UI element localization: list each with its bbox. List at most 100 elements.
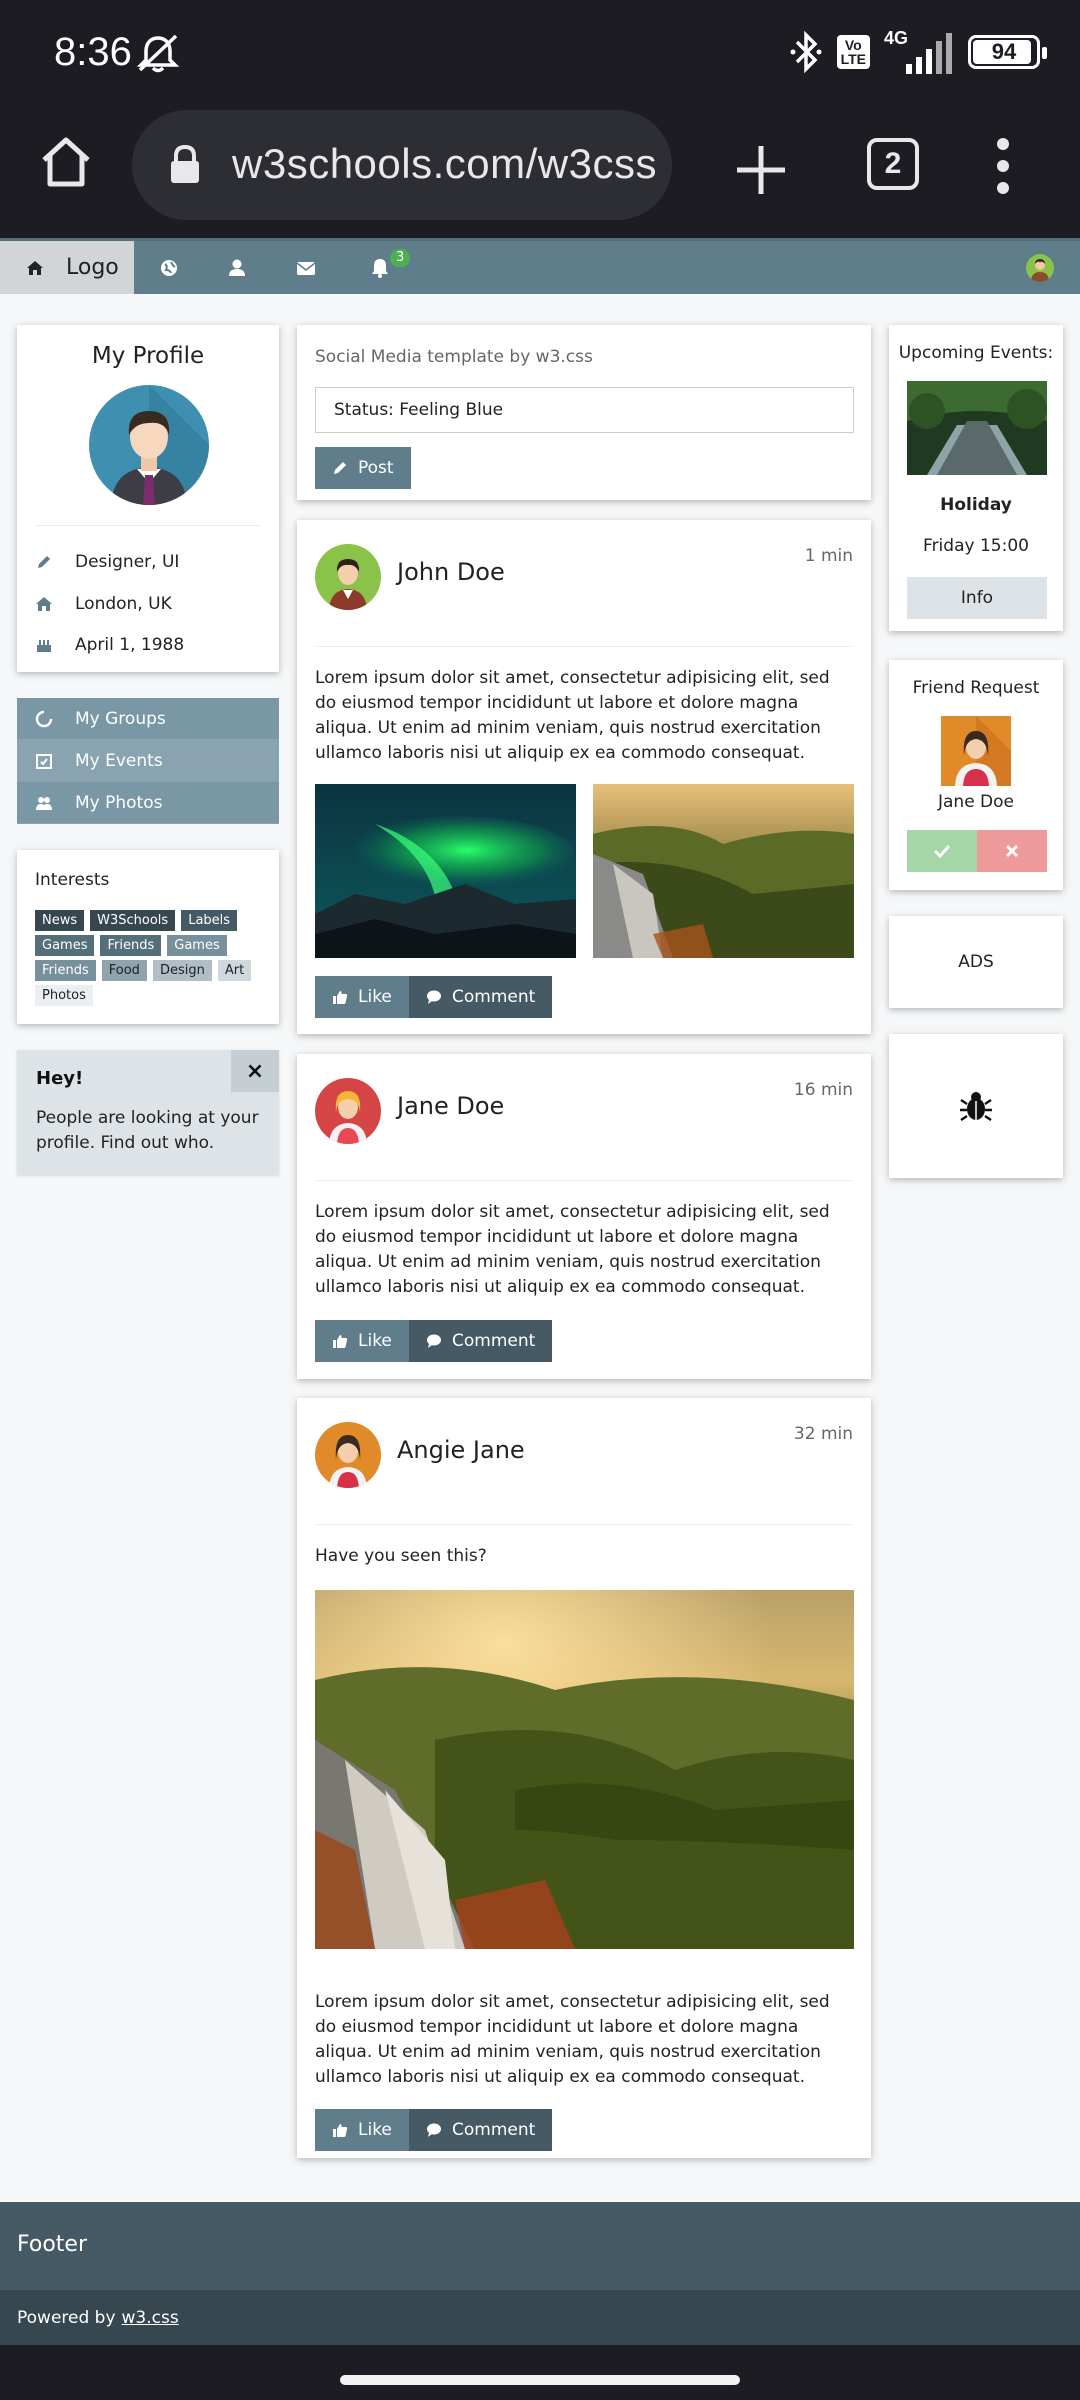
home-icon[interactable] <box>38 134 94 190</box>
comment-label: Comment <box>452 987 536 1007</box>
event-name: Holiday <box>940 495 1012 515</box>
volte-icon: Vo LTE <box>836 35 870 69</box>
new-tab-icon[interactable] <box>733 142 789 198</box>
nav-logo-label: Logo <box>66 255 119 280</box>
interest-tag[interactable]: Games <box>167 935 227 956</box>
status-bar: 8:36 Vo LTE 4G 94 <box>0 0 1080 110</box>
like-button[interactable]: Like <box>315 1320 409 1362</box>
post-time: 16 min <box>793 1080 853 1100</box>
post-button[interactable]: Post <box>315 447 411 489</box>
interest-tag[interactable]: Friends <box>100 935 162 956</box>
interest-tag[interactable]: Food <box>101 960 147 981</box>
interests-title: Interests <box>35 870 110 890</box>
nav-avatar[interactable] <box>1026 254 1054 282</box>
interest-tag[interactable]: Art <box>217 960 252 981</box>
profile-menu: My Groups My Events My Photos <box>17 698 279 824</box>
footer: Footer <box>0 2202 1080 2290</box>
tab-switcher-button[interactable]: 2 <box>867 138 919 190</box>
post-card: Jane Doe 16 min Lorem ipsum dolor sit am… <box>297 1054 871 1379</box>
friend-request-card: Friend Request Jane Doe <box>889 660 1063 890</box>
post-author: John Doe <box>397 558 505 586</box>
profile-job: Designer, UI <box>75 552 180 572</box>
post-avatar <box>315 544 381 610</box>
bluetooth-icon <box>790 30 822 74</box>
event-time: Friday 15:00 <box>923 536 1029 556</box>
post-card: Angie Jane 32 min Have you seen this? Lo… <box>297 1398 871 2158</box>
status-icons: Vo LTE 4G 94 <box>789 28 1047 74</box>
forest-photo[interactable] <box>593 784 854 958</box>
alert-title: Hey! <box>36 1068 84 1089</box>
profile-birthday-row: April 1, 1988 <box>35 630 184 660</box>
friend-request-title: Friend Request <box>912 678 1040 698</box>
profile-birthday: April 1, 1988 <box>75 635 185 655</box>
interest-tag[interactable]: Friends <box>35 960 96 981</box>
check-icon <box>934 844 950 858</box>
like-label: Like <box>358 2120 392 2140</box>
interest-tag[interactable]: Labels <box>181 910 238 931</box>
bug-icon <box>960 1092 992 1122</box>
post-avatar <box>315 1078 381 1144</box>
profile-job-row: Designer, UI <box>35 547 179 577</box>
accept-button[interactable] <box>907 830 977 872</box>
interest-tag[interactable]: Photos <box>35 985 93 1006</box>
nav-logo-link[interactable]: Logo <box>0 241 134 294</box>
profile-title: My Profile <box>91 343 205 369</box>
browser-toolbar: w3schools.com/w3css 2 <box>0 110 1080 238</box>
w3css-link[interactable]: w3.css <box>122 2308 179 2328</box>
circle-notch-icon <box>35 710 53 727</box>
address-bar[interactable]: w3schools.com/w3css <box>132 110 672 220</box>
menu-my-groups[interactable]: My Groups <box>17 698 279 740</box>
powered-by-text: Powered by <box>17 2307 116 2328</box>
gesture-bar <box>0 2345 1080 2400</box>
battery-icon: 94 <box>968 35 1047 69</box>
home-gesture-handle[interactable] <box>340 2375 740 2385</box>
powered-by: Powered by w3.css <box>0 2290 1080 2345</box>
bell-muted-icon <box>136 34 180 73</box>
top-navigation: Logo 3 <box>0 238 1080 294</box>
event-info-button[interactable]: Info <box>907 577 1047 619</box>
interest-tag[interactable]: News <box>35 910 85 931</box>
comment-icon <box>427 990 441 1004</box>
menu-my-photos[interactable]: My Photos <box>17 782 279 824</box>
post-time: 32 min <box>793 1424 853 1444</box>
menu-my-events-label: My Events <box>75 750 163 771</box>
menu-my-groups-label: My Groups <box>75 708 166 729</box>
envelope-icon[interactable] <box>293 255 319 281</box>
comment-label: Comment <box>452 1331 536 1351</box>
comment-button[interactable]: Comment <box>409 976 553 1018</box>
forest-photo[interactable] <box>315 1590 854 1949</box>
post-card: John Doe 1 min Lorem ipsum dolor sit ame… <box>297 520 871 1034</box>
decline-button[interactable] <box>977 830 1047 872</box>
close-icon[interactable]: × <box>231 1050 279 1092</box>
overflow-menu-icon[interactable] <box>996 138 1010 194</box>
thumbs-up-icon <box>333 2124 348 2137</box>
users-icon <box>36 796 52 810</box>
like-button[interactable]: Like <box>315 976 409 1018</box>
aurora-photo[interactable] <box>315 784 576 958</box>
like-label: Like <box>358 987 392 1007</box>
globe-icon[interactable] <box>156 255 182 281</box>
status-input[interactable] <box>315 387 854 433</box>
close-icon <box>1005 844 1019 858</box>
events-card: Upcoming Events: Holiday Friday 15:00 In… <box>889 325 1063 631</box>
interests-card: Interests News W3Schools Labels Games Fr… <box>17 850 279 1024</box>
comment-button[interactable]: Comment <box>409 1320 553 1362</box>
post-avatar <box>315 1422 381 1488</box>
thumbs-up-icon <box>333 991 348 1004</box>
thumbs-up-icon <box>333 1335 348 1348</box>
post-intro: Have you seen this? <box>315 1546 487 1566</box>
interest-tag[interactable]: Design <box>152 960 212 981</box>
comment-button[interactable]: Comment <box>409 2109 553 2151</box>
menu-my-events[interactable]: My Events <box>17 740 279 782</box>
pencil-icon <box>334 462 346 474</box>
interest-tag[interactable]: Games <box>35 935 95 956</box>
interest-tag[interactable]: W3Schools <box>90 910 176 931</box>
like-button[interactable]: Like <box>315 2109 409 2151</box>
pencil-icon <box>38 556 50 568</box>
web-page: Logo 3 My Profile Designer, UI London, U… <box>0 238 1080 2345</box>
user-icon[interactable] <box>224 255 250 281</box>
post-time: 1 min <box>804 546 853 566</box>
url-text: w3schools.com/w3css <box>232 140 657 187</box>
calendar-check-icon <box>36 753 52 769</box>
event-photo <box>907 381 1047 475</box>
